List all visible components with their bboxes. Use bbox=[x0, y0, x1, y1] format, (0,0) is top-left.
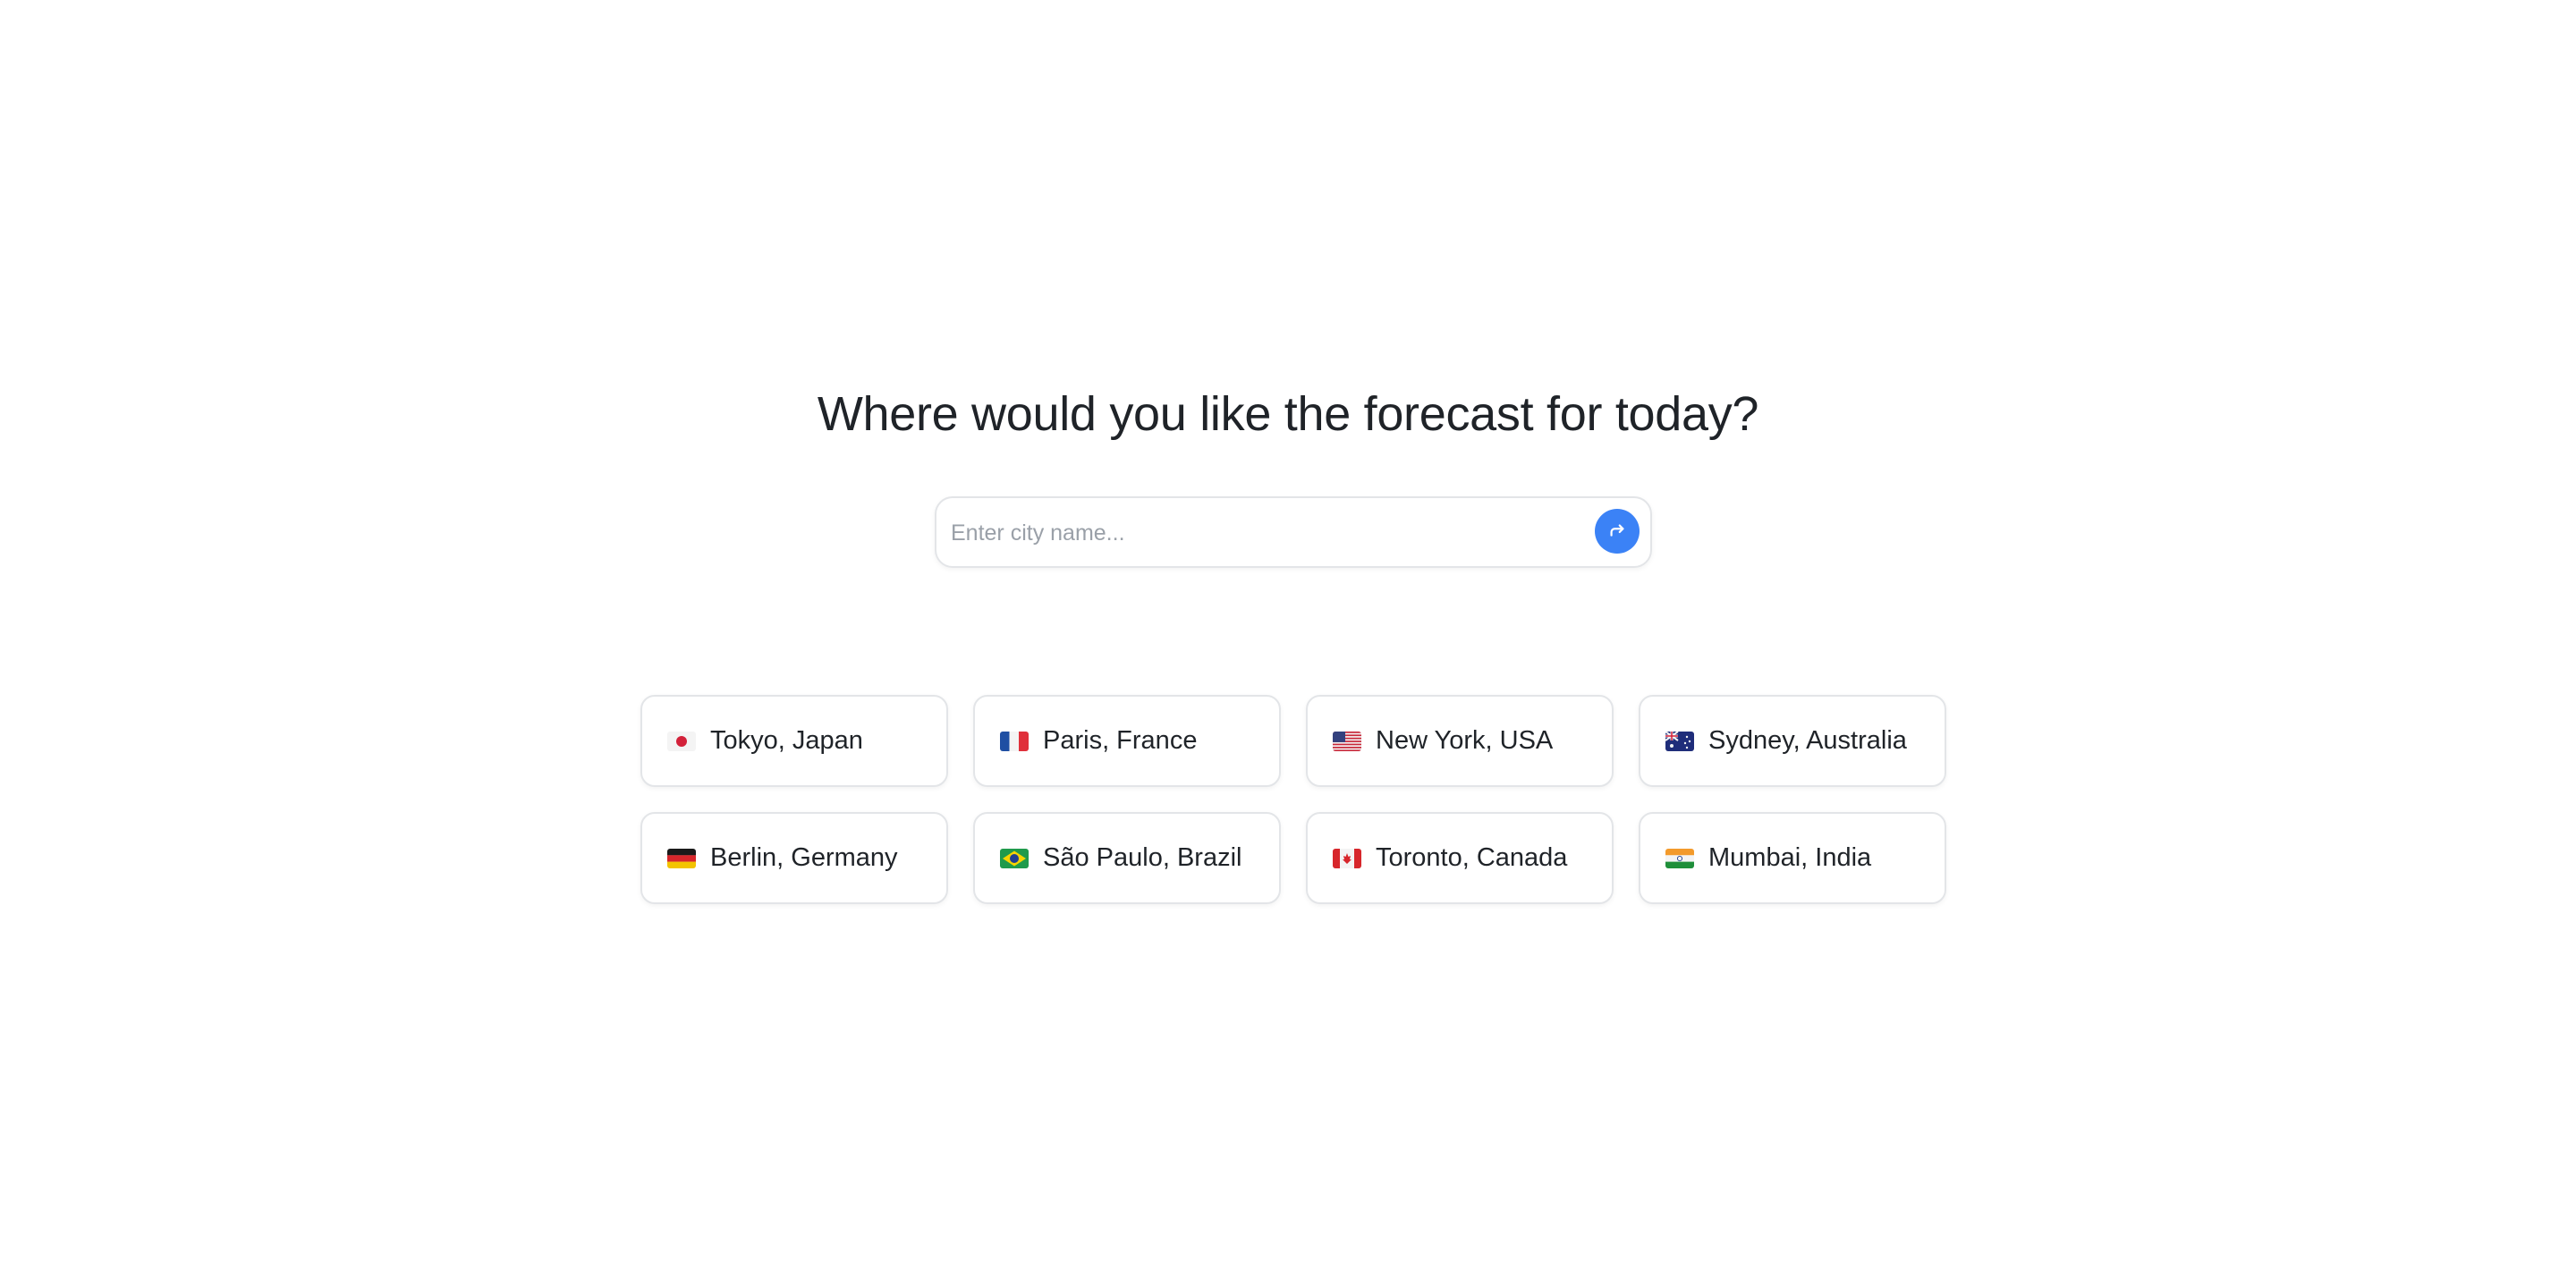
australia-flag-icon bbox=[1665, 731, 1694, 751]
city-card-mumbai[interactable]: Mumbai, India bbox=[1639, 812, 1946, 904]
city-card-label: Mumbai, India bbox=[1708, 843, 1872, 872]
brazil-flag-icon bbox=[1000, 848, 1029, 868]
city-search-box bbox=[935, 496, 1652, 568]
city-card-label: Paris, France bbox=[1043, 726, 1198, 755]
city-card-paris[interactable]: Paris, France bbox=[973, 695, 1281, 787]
city-search-input[interactable] bbox=[949, 498, 1561, 568]
city-card-toronto[interactable]: Toronto, Canada bbox=[1306, 812, 1614, 904]
japan-flag-icon bbox=[667, 731, 696, 751]
city-card-label: Berlin, Germany bbox=[710, 843, 898, 872]
city-card-new-york[interactable]: New York, USA bbox=[1306, 695, 1614, 787]
city-card-label: New York, USA bbox=[1376, 726, 1554, 755]
germany-flag-icon bbox=[667, 848, 696, 868]
search-submit-button[interactable] bbox=[1595, 509, 1640, 554]
city-card-label: Toronto, Canada bbox=[1376, 843, 1568, 872]
page-title: Where would you like the forecast for to… bbox=[817, 387, 1759, 441]
city-card-label: Sydney, Australia bbox=[1708, 726, 1907, 755]
city-card-sao-paulo[interactable]: São Paulo, Brazil bbox=[973, 812, 1281, 904]
weather-search-page: Where would you like the forecast for to… bbox=[0, 0, 2576, 1286]
city-card-sydney[interactable]: Sydney, Australia bbox=[1639, 695, 1946, 787]
city-card-label: Tokyo, Japan bbox=[710, 726, 863, 755]
france-flag-icon bbox=[1000, 731, 1029, 751]
canada-flag-icon bbox=[1333, 848, 1361, 868]
india-flag-icon bbox=[1665, 848, 1694, 868]
city-card-label: São Paulo, Brazil bbox=[1043, 843, 1242, 872]
popular-cities-grid: Tokyo, Japan Paris, France New York, USA… bbox=[640, 695, 1946, 904]
redo-arrow-icon bbox=[1607, 521, 1627, 541]
usa-flag-icon bbox=[1333, 731, 1361, 751]
city-card-berlin[interactable]: Berlin, Germany bbox=[640, 812, 948, 904]
city-card-tokyo[interactable]: Tokyo, Japan bbox=[640, 695, 948, 787]
